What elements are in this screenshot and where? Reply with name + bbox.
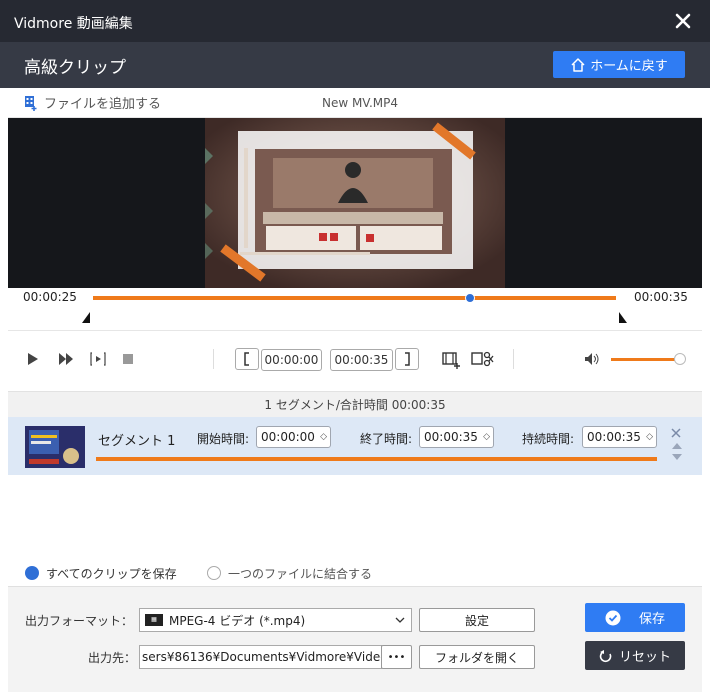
delete-segment-icon[interactable] — [671, 428, 681, 438]
move-down-icon[interactable] — [672, 453, 682, 461]
segment-name: セグメント 1 — [98, 434, 176, 449]
chevron-down-icon — [395, 617, 405, 623]
segment-end-input[interactable]: 00:00:35 ◇ — [419, 426, 494, 448]
destination-value: sers¥86136¥Documents¥Vidmore¥Video — [142, 650, 382, 664]
volume-slider[interactable] — [611, 358, 684, 361]
video-preview[interactable] — [8, 118, 702, 288]
merge-label[interactable]: 一つのファイルに結合する — [228, 565, 372, 582]
preview-image — [205, 118, 505, 288]
destination-input[interactable]: sers¥86136¥Documents¥Vidmore¥Video — [139, 645, 382, 669]
save-button-label: 保存 — [638, 612, 665, 627]
add-file-label: ファイルを追加する — [44, 97, 162, 112]
segment-start-input[interactable]: 00:00:00 ◇ — [256, 426, 331, 448]
segment-end-value: 00:00:35 — [424, 430, 478, 444]
play-icon[interactable] — [26, 352, 40, 366]
save-button[interactable]: 保存 — [585, 603, 685, 632]
set-end-button[interactable] — [395, 348, 419, 370]
bracket-right-icon — [405, 352, 410, 366]
save-all-radio[interactable] — [25, 566, 39, 580]
end-time-input[interactable]: 00:00:35 — [330, 349, 393, 371]
settings-button[interactable]: 設定 — [419, 608, 535, 632]
home-button[interactable]: ホームに戻す — [553, 51, 685, 78]
app-title: Vidmore 動画編集 — [14, 16, 133, 32]
spinner-icon[interactable]: ◇ — [320, 432, 327, 442]
split-icon[interactable] — [470, 349, 494, 369]
volume-icon[interactable] — [584, 352, 600, 366]
format-select[interactable]: ▦ MPEG-4 ビデオ (*.mp4) — [139, 608, 412, 632]
segment-end-label: 終了時間: — [360, 432, 413, 446]
save-all-label[interactable]: すべてのクリップを保存 — [46, 565, 177, 582]
divider — [513, 349, 514, 369]
timeline-track[interactable] — [93, 296, 616, 300]
segment-bar — [96, 457, 657, 461]
file-name: New MV.MP4 — [321, 96, 399, 110]
check-icon — [605, 610, 621, 625]
stop-icon[interactable] — [122, 353, 134, 365]
segment-duration-input[interactable]: 00:00:35 ◇ — [582, 426, 657, 448]
output-area — [8, 586, 702, 692]
add-segment-icon[interactable] — [441, 349, 461, 369]
timeline-playhead[interactable] — [464, 293, 475, 303]
start-time-input[interactable]: 00:00:00 — [261, 349, 322, 371]
reset-button-label: リセット — [618, 650, 671, 665]
trim-end-marker[interactable] — [619, 312, 627, 323]
move-up-icon[interactable] — [672, 442, 682, 450]
segment-start-label: 開始時間: — [197, 432, 250, 446]
page-title: 高級クリップ — [24, 58, 126, 78]
timeline-end-time: 00:00:35 — [634, 290, 688, 304]
set-start-button[interactable] — [235, 348, 259, 370]
destination-label: 出力先： — [88, 651, 137, 665]
timeline-area — [8, 288, 702, 328]
fast-forward-icon[interactable] — [58, 352, 74, 366]
browse-button[interactable]: ••• — [381, 645, 412, 669]
merge-radio[interactable] — [207, 566, 221, 580]
trim-start-marker[interactable] — [82, 312, 90, 323]
close-icon — [675, 13, 691, 29]
home-icon — [571, 57, 585, 72]
open-folder-button[interactable]: フォルダを開く — [419, 645, 535, 669]
segment-thumbnail — [25, 426, 85, 468]
add-file-button[interactable]: ファイルを追加する — [24, 93, 161, 112]
close-button[interactable] — [670, 8, 696, 34]
play-segment-icon[interactable] — [90, 351, 106, 367]
timeline-start-time: 00:00:25 — [23, 290, 77, 304]
home-button-label: ホームに戻す — [590, 59, 668, 74]
bracket-left-icon — [244, 352, 249, 366]
reset-button[interactable]: リセット — [585, 641, 685, 670]
spinner-icon[interactable]: ◇ — [483, 432, 490, 442]
add-file-icon — [25, 95, 37, 111]
reset-icon — [599, 649, 612, 662]
segment-summary: 1 セグメント/合計時間 00:00:35 — [8, 391, 702, 417]
segment-start-value: 00:00:00 — [261, 430, 315, 444]
segment-duration-label: 持続時間: — [522, 432, 575, 446]
spinner-icon[interactable]: ◇ — [646, 432, 653, 442]
segment-duration-value: 00:00:35 — [587, 430, 641, 444]
format-value: MPEG-4 ビデオ (*.mp4) — [169, 613, 306, 628]
format-label: 出力フォーマット： — [25, 614, 134, 628]
mpeg-format-icon: ▦ — [145, 614, 163, 626]
divider — [213, 349, 214, 369]
